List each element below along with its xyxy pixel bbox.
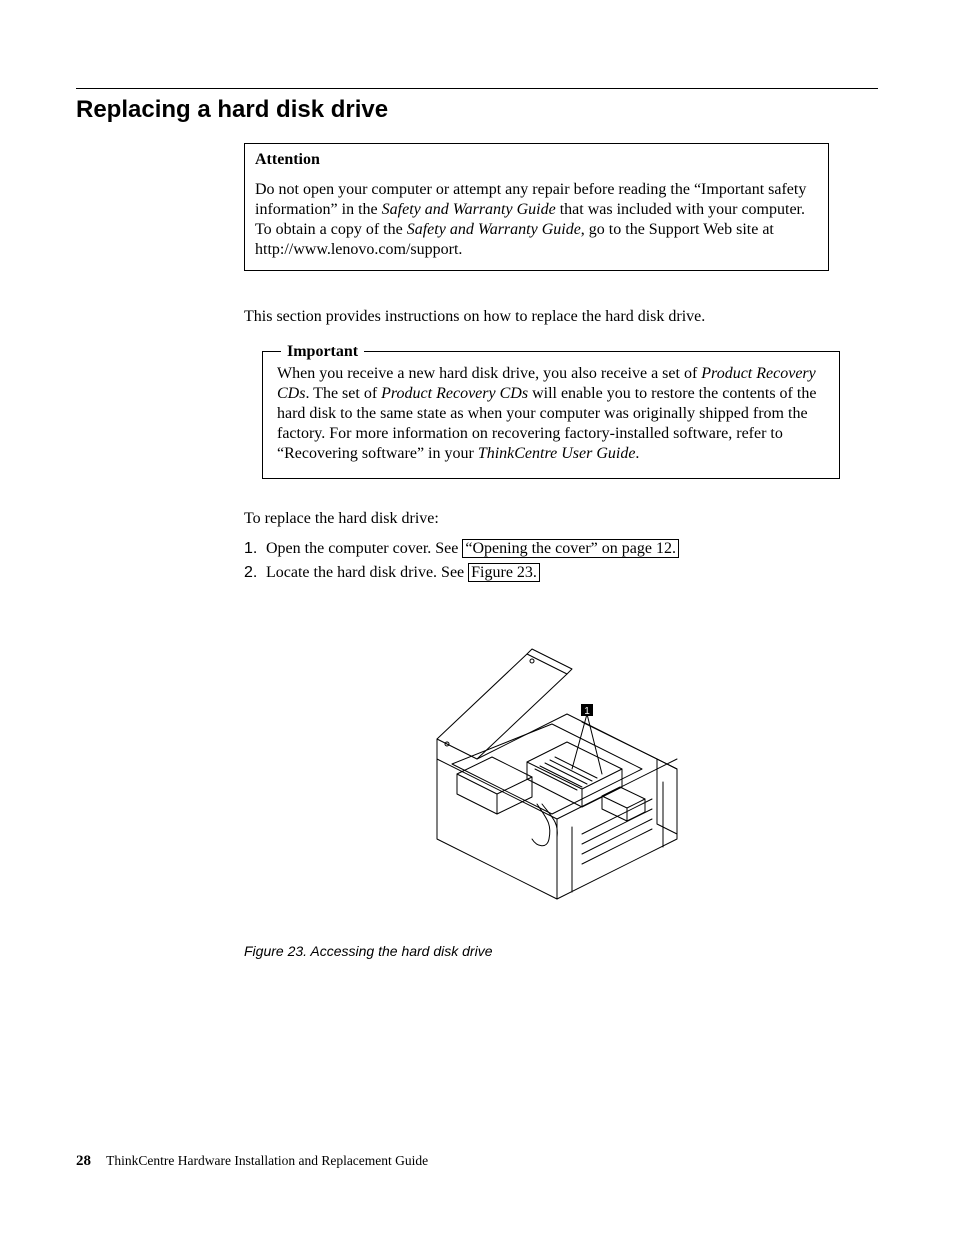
list-number: 2.	[244, 563, 266, 583]
important-box: Important When you receive a new hard di…	[262, 351, 840, 479]
section-heading: Replacing a hard disk drive	[76, 95, 878, 125]
content-column: Attention Do not open your computer or a…	[244, 143, 829, 961]
cross-reference-link[interactable]: “Opening the cover” on page 12.	[462, 539, 679, 558]
page-footer: 28 ThinkCentre Hardware Installation and…	[76, 1152, 428, 1171]
list-item: 1. Open the computer cover. See “Opening…	[244, 539, 829, 559]
list-intro: To replace the hard disk drive:	[244, 509, 829, 529]
list-item: 2. Locate the hard disk drive. See Figur…	[244, 563, 829, 583]
attention-body: Do not open your computer or attempt any…	[255, 180, 818, 260]
important-body: When you receive a new hard disk drive, …	[277, 364, 825, 464]
intro-paragraph: This section provides instructions on ho…	[244, 307, 829, 327]
attention-title: Attention	[255, 150, 818, 170]
cross-reference-link[interactable]: Figure 23.	[468, 563, 540, 582]
list-text: Open the computer cover. See “Opening th…	[266, 539, 679, 559]
attention-box: Attention Do not open your computer or a…	[244, 143, 829, 271]
page-number: 28	[76, 1153, 91, 1169]
list-text: Locate the hard disk drive. See Figure 2…	[266, 563, 540, 583]
important-legend: Important	[281, 342, 364, 362]
ordered-list: 1. Open the computer cover. See “Opening…	[244, 539, 829, 583]
footer-text: ThinkCentre Hardware Installation and Re…	[106, 1153, 428, 1168]
hard-disk-diagram: 1	[377, 609, 697, 929]
figure: 1 Figure 23. Accessing the hard disk dri…	[244, 609, 829, 961]
list-number: 1.	[244, 539, 266, 559]
horizontal-rule	[76, 88, 878, 89]
callout-number: 1	[584, 706, 590, 717]
figure-caption: Figure 23. Accessing the hard disk drive	[244, 943, 829, 961]
